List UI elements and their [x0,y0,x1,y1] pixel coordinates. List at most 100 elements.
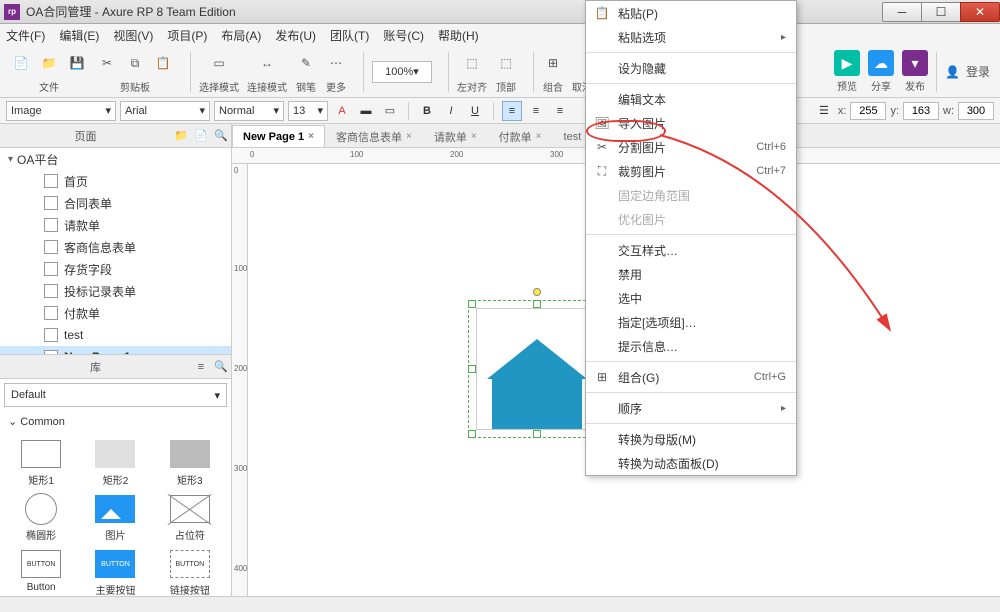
menu-view[interactable]: 视图(V) [113,27,153,44]
menu-edit[interactable]: 编辑(E) [59,27,99,44]
widget-image[interactable]: 图片 [82,495,148,542]
close-button[interactable]: ✕ [960,2,1000,22]
add-folder-button[interactable]: 📁 [171,129,191,142]
menu-publish[interactable]: 发布(U) [275,27,316,44]
list-button[interactable]: ☰ [814,101,834,121]
ctx-set-hidden[interactable]: 设为隐藏 [586,56,796,80]
tab-customer-info[interactable]: 客商信息表单× [325,125,423,147]
tab-payment-request[interactable]: 请款单× [423,125,488,147]
library-search-button[interactable]: 🔍 [211,360,231,373]
resize-handle-tl[interactable] [468,300,476,308]
login-button[interactable]: 👤 登录 [945,63,990,80]
ctx-option-group[interactable]: 指定[选项组]… [586,310,796,334]
ctx-order[interactable]: 顺序▸ [586,396,796,420]
border-color-button[interactable]: ▭ [380,101,400,121]
widget-type-select[interactable]: Image▾ [6,101,116,121]
new-file-icon[interactable]: 📄 [10,52,32,74]
w-input[interactable] [958,102,994,120]
ctx-split-image[interactable]: ✂分割图片Ctrl+6 [586,135,796,159]
bold-button[interactable]: B [417,101,437,121]
ctx-select[interactable]: 选中 [586,286,796,310]
menu-file[interactable]: 文件(F) [6,27,45,44]
menu-project[interactable]: 项目(P) [167,27,207,44]
widget-link-button[interactable]: BUTTON链接按钮 [157,550,223,597]
ctx-group[interactable]: ⊞组合(G)Ctrl+G [586,365,796,389]
save-file-icon[interactable]: 💾 [66,52,88,74]
tree-item[interactable]: 请款单 [0,214,231,236]
group-icon[interactable]: ⊞ [542,52,564,74]
tree-root[interactable]: OA平台 [0,148,231,170]
zoom-select[interactable]: 100% ▾ [372,61,432,83]
tree-item[interactable]: 投标记录表单 [0,280,231,302]
ctx-interaction-styles[interactable]: 交互样式… [586,238,796,262]
ctx-convert-master[interactable]: 转换为母版(M) [586,427,796,451]
widget-primary-button[interactable]: BUTTON主要按钮 [82,550,148,597]
paste-icon[interactable]: 📋 [152,52,174,74]
align-top-icon[interactable]: ⬚ [495,52,517,74]
align-left-text-button[interactable]: ≡ [502,101,522,121]
tab-new-page-1[interactable]: New Page 1× [232,125,325,147]
tree-item[interactable]: 合同表单 [0,192,231,214]
widget-rect2[interactable]: 矩形2 [82,440,148,487]
widget-rect1[interactable]: 矩形1 [8,440,74,487]
ctx-disable[interactable]: 禁用 [586,262,796,286]
add-page-button[interactable]: 📄 [191,129,211,142]
font-family-select[interactable]: Arial▾ [120,101,210,121]
close-tab-icon[interactable]: × [308,131,314,142]
y-input[interactable] [903,102,939,120]
select-mode-icon[interactable]: ▭ [208,52,230,74]
ctx-paste-options[interactable]: 粘贴选项▸ [586,25,796,49]
ctx-tooltip[interactable]: 提示信息… [586,334,796,358]
tree-item[interactable]: 付款单 [0,302,231,324]
ctx-convert-dynamic[interactable]: 转换为动态面板(D) [586,451,796,475]
selected-widget[interactable] [472,304,602,434]
menu-arrange[interactable]: 布局(A) [221,27,261,44]
tab-payment[interactable]: 付款单× [488,125,553,147]
tree-item[interactable]: 客商信息表单 [0,236,231,258]
menu-account[interactable]: 账号(C) [383,27,424,44]
fill-color-button[interactable]: ▬ [356,101,376,121]
ctx-import-image[interactable]: 🖼导入图片 [586,111,796,135]
resize-handle-lc[interactable] [468,365,476,373]
font-size-select[interactable]: 13▾ [288,101,328,121]
tree-item-selected[interactable]: New Page 1 [0,346,231,354]
widget-ellipse[interactable]: 椭圆形 [8,495,74,542]
align-right-text-button[interactable]: ≡ [550,101,570,121]
ctx-edit-text[interactable]: 编辑文本 [586,87,796,111]
publish-button[interactable]: ▾发布 [902,50,928,93]
widget-button[interactable]: BUTTONButton [8,550,74,597]
library-section-common[interactable]: Common [0,411,231,432]
underline-button[interactable]: U [465,101,485,121]
minimize-button[interactable]: ─ [882,2,922,22]
resize-handle-bl[interactable] [468,430,476,438]
tree-item[interactable]: test [0,324,231,346]
pen-icon[interactable]: ✎ [295,52,317,74]
resize-handle-tc[interactable] [533,300,541,308]
rotate-handle[interactable] [533,288,541,296]
font-weight-select[interactable]: Normal▾ [214,101,284,121]
preview-button[interactable]: ▶预览 [834,50,860,93]
font-color-button[interactable]: A [332,101,352,121]
copy-icon[interactable]: ⧉ [124,52,146,74]
resize-handle-bc[interactable] [533,430,541,438]
ctx-crop-image[interactable]: ⛶裁剪图片Ctrl+7 [586,159,796,183]
cut-icon[interactable]: ✂ [96,52,118,74]
align-center-text-button[interactable]: ≡ [526,101,546,121]
library-menu-button[interactable]: ≡ [191,361,211,373]
widget-rect3[interactable]: 矩形3 [157,440,223,487]
x-input[interactable] [850,102,886,120]
connect-mode-icon[interactable]: ↔ [256,52,278,74]
widget-placeholder[interactable]: 占位符 [157,495,223,542]
tree-item[interactable]: 首页 [0,170,231,192]
search-pages-button[interactable]: 🔍 [211,129,231,142]
tree-item[interactable]: 存货字段 [0,258,231,280]
align-left-icon[interactable]: ⬚ [461,52,483,74]
menu-help[interactable]: 帮助(H) [438,27,479,44]
library-select[interactable]: Default▾ [4,383,227,407]
italic-button[interactable]: I [441,101,461,121]
menu-team[interactable]: 团队(T) [330,27,369,44]
share-button[interactable]: ☁分享 [868,50,894,93]
maximize-button[interactable]: ☐ [921,2,961,22]
open-file-icon[interactable]: 📁 [38,52,60,74]
more-icon[interactable]: ⋯ [325,52,347,74]
